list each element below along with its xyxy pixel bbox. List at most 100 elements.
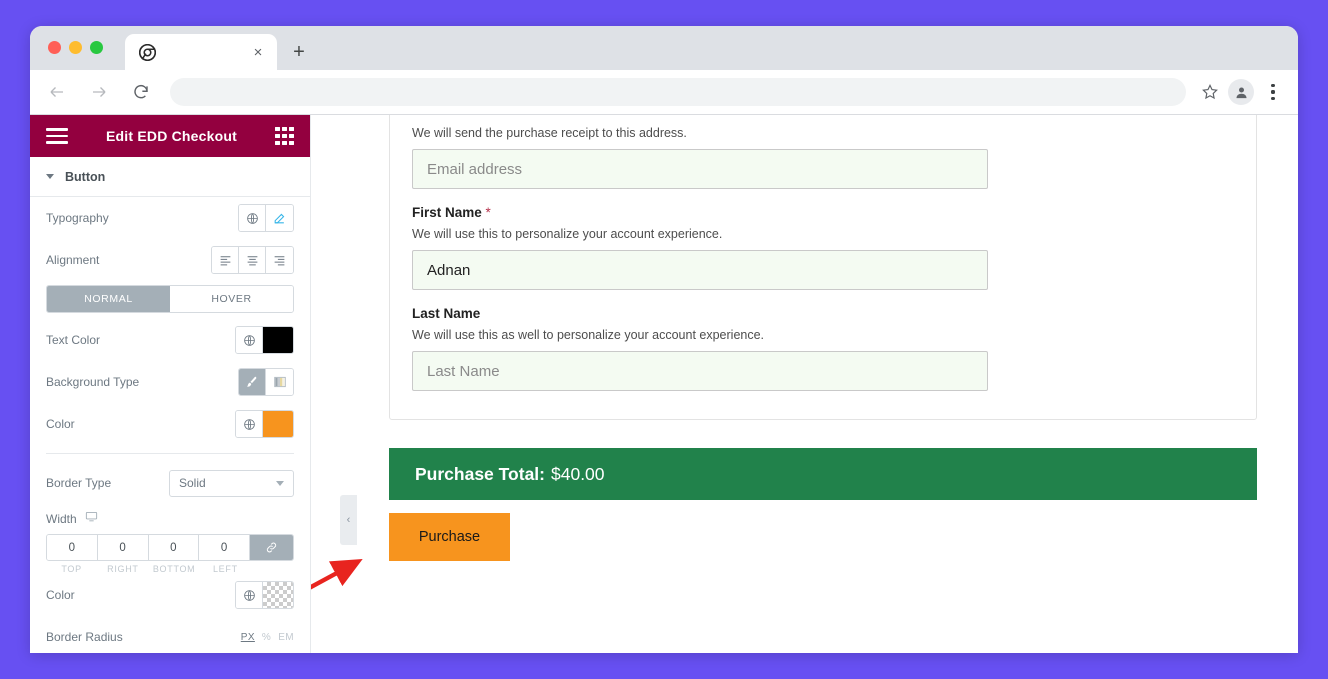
reload-icon[interactable] [126,77,156,107]
control-label-alignment: Alignment [46,253,100,267]
tab-strip: × + [30,26,1298,70]
tab-hover[interactable]: HOVER [170,286,293,312]
border-color-swatch[interactable] [263,582,293,608]
checkout-preview: We will send the purchase receipt to thi… [311,115,1298,653]
align-center-icon[interactable] [239,247,266,273]
globe-icon[interactable] [236,411,263,437]
classic-brush-icon[interactable] [239,369,266,395]
border-type-select[interactable]: Solid [169,469,294,497]
control-background-type: Background Type [46,361,294,403]
browser-menu-icon[interactable] [1260,79,1286,105]
border-width-inputs: 0 0 0 0 [46,534,294,561]
border-type-value: Solid [179,476,206,490]
first-name-help-text: We will use this to personalize your acc… [412,227,723,241]
label-left: LEFT [212,564,238,574]
first-name-label: First Name * [412,205,1234,220]
chrome-icon [138,43,157,61]
panel-title: Edit EDD Checkout [106,128,237,144]
background-color-swatch[interactable] [263,411,293,437]
elementor-panel: Edit EDD Checkout Button Typography Alig… [30,115,311,653]
back-icon[interactable] [42,77,72,107]
first-name-label-text: First Name [412,205,482,220]
align-left-icon[interactable] [212,247,239,273]
purchase-total-bar: Purchase Total: $40.00 [389,448,1257,500]
new-tab-button[interactable]: + [286,39,312,65]
control-alignment: Alignment [46,239,294,281]
background-type-buttons [238,368,294,396]
globe-icon[interactable] [236,582,263,608]
width-bottom-input[interactable]: 0 [148,535,200,560]
control-border-radius: Border Radius PX % EM [46,616,294,653]
maximize-window-button[interactable] [90,41,103,54]
last-name-label: Last Name [412,306,481,321]
alignment-buttons [211,246,294,274]
width-top-input[interactable]: 0 [47,535,98,560]
unit-switcher: PX % EM [241,632,294,643]
control-border-color: Color [46,574,294,616]
desktop-device-icon[interactable] [85,510,98,528]
checkout-form-card: We will send the purchase receipt to thi… [389,115,1257,420]
align-right-icon[interactable] [266,247,293,273]
control-label-background-type: Background Type [46,375,140,389]
last-name-input[interactable]: Last Name [412,351,988,391]
gradient-icon[interactable] [266,369,293,395]
link-values-icon[interactable] [250,535,293,560]
text-color-swatch[interactable] [263,327,293,353]
control-label-typography: Typography [46,211,109,225]
browser-tab[interactable]: × [125,34,277,70]
browser-toolbar [30,70,1298,115]
purchase-total-amount: $40.00 [551,463,605,484]
close-icon[interactable]: × [249,43,267,61]
window-controls [48,41,103,54]
control-color: Color [46,403,294,445]
typography-buttons [238,204,294,232]
page-viewport: Edit EDD Checkout Button Typography Alig… [30,115,1298,653]
border-color-buttons [235,581,294,609]
forward-icon[interactable] [84,77,114,107]
required-marker: * [485,205,491,220]
border-width-labels: TOP RIGHT BOTTOM LEFT [46,564,294,574]
email-input[interactable]: Email address [412,149,988,189]
color-buttons [235,410,294,438]
panel-controls: Typography Alignment NORMAL HOVER Text C… [30,197,310,653]
width-left-input[interactable]: 0 [199,535,250,560]
panel-header: Edit EDD Checkout [30,115,310,157]
text-color-buttons [235,326,294,354]
control-typography: Typography [46,197,294,239]
tab-normal[interactable]: NORMAL [47,286,170,312]
purchase-total-label: Purchase Total: [415,463,545,484]
section-title: Button [65,169,106,184]
close-window-button[interactable] [48,41,61,54]
control-text-color: Text Color [46,319,294,361]
unit-percent[interactable]: % [262,632,271,643]
edit-pencil-icon[interactable] [266,205,293,231]
control-border-type: Border Type Solid [46,462,294,504]
profile-avatar[interactable] [1228,79,1254,105]
control-label-border-type: Border Type [46,476,112,490]
control-label-width: Width [46,512,77,526]
unit-em[interactable]: EM [278,632,294,643]
grid-apps-icon[interactable] [275,126,294,146]
label-right: RIGHT [107,564,139,574]
purchase-button[interactable]: Purchase [389,513,510,561]
bookmark-star-icon[interactable] [1196,78,1224,106]
section-header-button[interactable]: Button [30,157,310,197]
email-help-text: We will send the purchase receipt to thi… [412,126,687,140]
width-right-input[interactable]: 0 [97,535,149,560]
state-tabs: NORMAL HOVER [46,285,294,313]
unit-px[interactable]: PX [241,632,255,643]
hamburger-menu-icon[interactable] [46,128,68,144]
address-bar[interactable] [170,78,1186,106]
first-name-input[interactable]: Adnan [412,250,988,290]
control-label-border-radius: Border Radius [46,630,123,644]
globe-icon[interactable] [239,205,266,231]
browser-window: × + Edit EDD Checkout Button Typography … [30,26,1298,653]
last-name-help-text: We will use this as well to personalize … [412,328,765,342]
control-label-border-color: Color [46,588,75,602]
minimize-window-button[interactable] [69,41,82,54]
chevron-down-icon [46,174,54,179]
chevron-down-icon [276,480,284,486]
globe-icon[interactable] [236,327,263,353]
panel-collapse-handle[interactable]: ‹ [340,495,357,545]
control-width: Width [46,504,294,534]
